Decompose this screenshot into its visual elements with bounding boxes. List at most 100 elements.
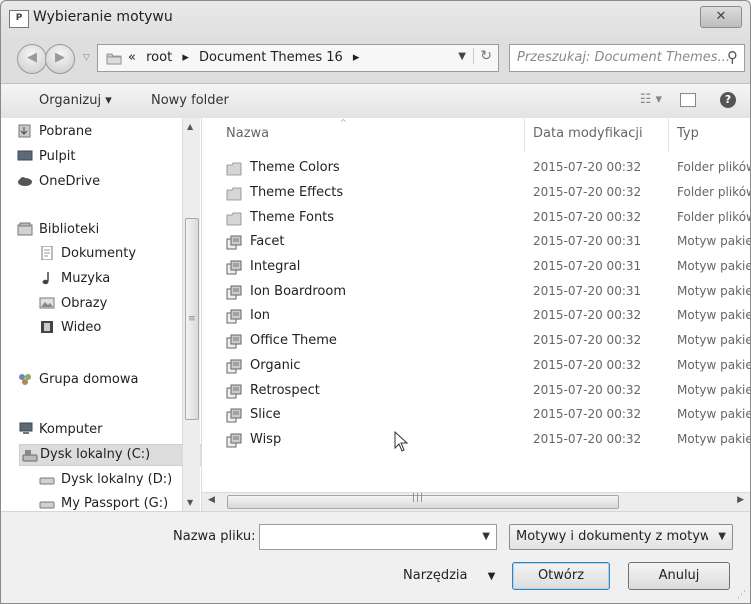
sidebar-item-computer[interactable]: Komputer [19, 422, 102, 437]
filename-label: Nazwa pliku: [173, 529, 256, 544]
file-name: Theme Colors [250, 160, 340, 175]
documents-icon [41, 246, 53, 260]
search-icon[interactable]: ⚲ [727, 48, 738, 66]
file-row[interactable]: Theme Colors 2015-07-20 00:32 Folder pli… [222, 158, 750, 180]
file-type: Motyw pakietu Office [677, 432, 750, 446]
file-date: 2015-07-20 00:32 [533, 432, 642, 446]
file-name: Ion Boardroom [250, 284, 346, 299]
file-type-select[interactable]: Motywy i dokumenty z motywami ▼ [509, 524, 733, 550]
drive-icon [39, 501, 55, 509]
file-row[interactable]: Office Theme 2015-07-20 00:32 Motyw paki… [222, 331, 750, 353]
address-bar[interactable]: « root ▸ Document Themes 16 ▸ ▼ ↻ [97, 44, 499, 72]
desktop-icon [17, 150, 33, 161]
office-theme-icon [226, 260, 242, 275]
tools-menu-button[interactable]: Narzędzia ▼ [403, 568, 495, 583]
breadcrumb-item-root[interactable]: root [146, 50, 172, 65]
forward-button[interactable]: ▶ [45, 44, 75, 74]
filename-input[interactable]: ▼ [259, 524, 497, 550]
file-type: Motyw pakietu Office [677, 234, 750, 248]
folder-icon [226, 162, 242, 176]
column-header-type[interactable]: Typ [677, 126, 699, 141]
file-open-dialog: P Wybieranie motywu ✕ ◀ ▶ ▽ « root ▸ Doc… [0, 0, 751, 604]
column-header-name[interactable]: Nazwa [226, 126, 269, 141]
breadcrumb-separator[interactable]: ▸ [182, 50, 189, 65]
arrow-left-icon: ◀ [27, 50, 37, 65]
chevron-down-icon: ▼ [718, 531, 726, 542]
file-list[interactable]: ^ Nazwa Data modyfikacji Typ Theme Color… [202, 118, 750, 511]
folder-icon [106, 53, 122, 65]
address-dropdown-icon[interactable]: ▼ [458, 51, 466, 62]
file-row[interactable]: Theme Fonts 2015-07-20 00:32 Folder plik… [222, 208, 750, 230]
sidebar-item-drive-g[interactable]: My Passport (G:) [39, 496, 168, 511]
title-bar[interactable]: P Wybieranie motywu ✕ [1, 1, 750, 35]
column-divider[interactable] [524, 118, 525, 152]
window-title: Wybieranie motywu [33, 9, 173, 25]
breadcrumb: « root ▸ Document Themes 16 ▸ [128, 50, 365, 65]
dialog-footer: Nazwa pliku: ▼ Motywy i dokumenty z moty… [1, 511, 750, 603]
help-icon[interactable]: ? [720, 92, 736, 108]
file-row[interactable]: Integral 2015-07-20 00:31 Motyw pakietu … [222, 257, 750, 279]
column-divider[interactable] [668, 118, 669, 152]
refresh-icon[interactable]: ↻ [473, 48, 492, 64]
open-button[interactable]: Otwórz [512, 562, 610, 590]
file-type: Motyw pakietu Office [677, 383, 750, 397]
file-row[interactable]: Organic 2015-07-20 00:32 Motyw pakietu O… [222, 356, 750, 378]
cancel-button[interactable]: Anuluj [628, 562, 730, 590]
sidebar-item-downloads[interactable]: Pobrane [18, 124, 92, 139]
sidebar-vertical-scrollbar[interactable]: ▲ ≡ ▼ [182, 118, 200, 511]
file-date: 2015-07-20 00:32 [533, 358, 642, 372]
scroll-right-icon[interactable]: ▶ [737, 495, 744, 505]
scroll-down-icon[interactable]: ▼ [187, 498, 193, 507]
file-date: 2015-07-20 00:32 [533, 160, 642, 174]
file-type-value: Motywy i dokumenty z motywami [516, 529, 708, 544]
column-header-date[interactable]: Data modyfikacji [533, 126, 643, 141]
file-name: Theme Fonts [250, 210, 335, 225]
file-name: Organic [250, 358, 301, 373]
filename-dropdown-icon[interactable]: ▼ [482, 531, 490, 542]
file-row[interactable]: Theme Effects 2015-07-20 00:32 Folder pl… [222, 183, 750, 205]
scroll-grip-icon: ||| [412, 493, 425, 503]
sidebar-item-libraries[interactable]: Biblioteki [17, 222, 99, 237]
breadcrumb-separator[interactable]: ▸ [353, 50, 360, 65]
file-date: 2015-07-20 00:32 [533, 308, 642, 322]
resize-grip-icon[interactable]: ⋰ [737, 590, 746, 600]
file-row[interactable]: Ion Boardroom 2015-07-20 00:31 Motyw pak… [222, 282, 750, 304]
file-row[interactable]: Retrospect 2015-07-20 00:32 Motyw pakiet… [222, 381, 750, 403]
preview-pane-icon[interactable] [680, 93, 696, 107]
sidebar-item-desktop[interactable]: Pulpit [17, 149, 75, 164]
sidebar-item-drive-d[interactable]: Dysk lokalny (D:) [39, 472, 172, 487]
file-row[interactable]: Slice 2015-07-20 00:32 Motyw pakietu Off… [222, 405, 750, 427]
change-view-icon[interactable]: ☷ ▾ [640, 92, 662, 107]
sidebar-item-documents[interactable]: Dokumenty [41, 246, 136, 261]
file-type: Motyw pakietu Office [677, 259, 750, 273]
scroll-left-icon[interactable]: ◀ [208, 495, 215, 505]
search-box[interactable]: Przeszukaj: Document Themes... ⚲ [509, 44, 745, 72]
scroll-up-icon[interactable]: ▲ [187, 122, 193, 131]
recent-locations-chevron-icon[interactable]: ▽ [83, 53, 90, 63]
close-button[interactable]: ✕ [700, 6, 742, 28]
file-name: Slice [250, 407, 281, 422]
file-row[interactable]: Wisp 2015-07-20 00:32 Motyw pakietu Offi… [222, 430, 750, 452]
sidebar-item-video[interactable]: Wideo [41, 320, 101, 335]
file-row[interactable]: Ion 2015-07-20 00:32 Motyw pakietu Offic… [222, 306, 750, 328]
sidebar-item-homegroup[interactable]: Grupa domowa [19, 372, 138, 387]
file-list-horizontal-scrollbar[interactable]: ◀ ||| ▶ [202, 492, 750, 511]
file-row[interactable]: Facet 2015-07-20 00:31 Motyw pakietu Off… [222, 232, 750, 254]
sidebar-item-onedrive[interactable]: OneDrive [18, 174, 100, 189]
back-button[interactable]: ◀ [17, 44, 47, 74]
navigation-bar: ◀ ▶ ▽ « root ▸ Document Themes 16 ▸ ▼ ↻ … [1, 39, 750, 79]
file-type: Motyw pakietu Office [677, 308, 750, 322]
new-folder-button[interactable]: Nowy folder [151, 93, 229, 108]
sidebar-item-music[interactable]: Muzyka [42, 271, 110, 286]
office-theme-icon [226, 285, 242, 300]
sidebar-item-drive-c[interactable]: Dysk lokalny (C:) [19, 444, 201, 466]
breadcrumb-overflow[interactable]: « [128, 50, 136, 65]
sidebar-item-pictures[interactable]: Obrazy [39, 296, 107, 311]
organize-button[interactable]: Organizuj ▾ [39, 93, 112, 108]
office-theme-icon [226, 309, 242, 324]
navigation-pane[interactable]: Pobrane Pulpit OneDrive Biblioteki Dokum… [1, 118, 202, 511]
tools-label: Narzędzia [403, 568, 468, 583]
breadcrumb-item-document-themes[interactable]: Document Themes 16 [199, 50, 343, 65]
office-theme-icon [226, 235, 242, 250]
folder-icon [226, 212, 242, 226]
